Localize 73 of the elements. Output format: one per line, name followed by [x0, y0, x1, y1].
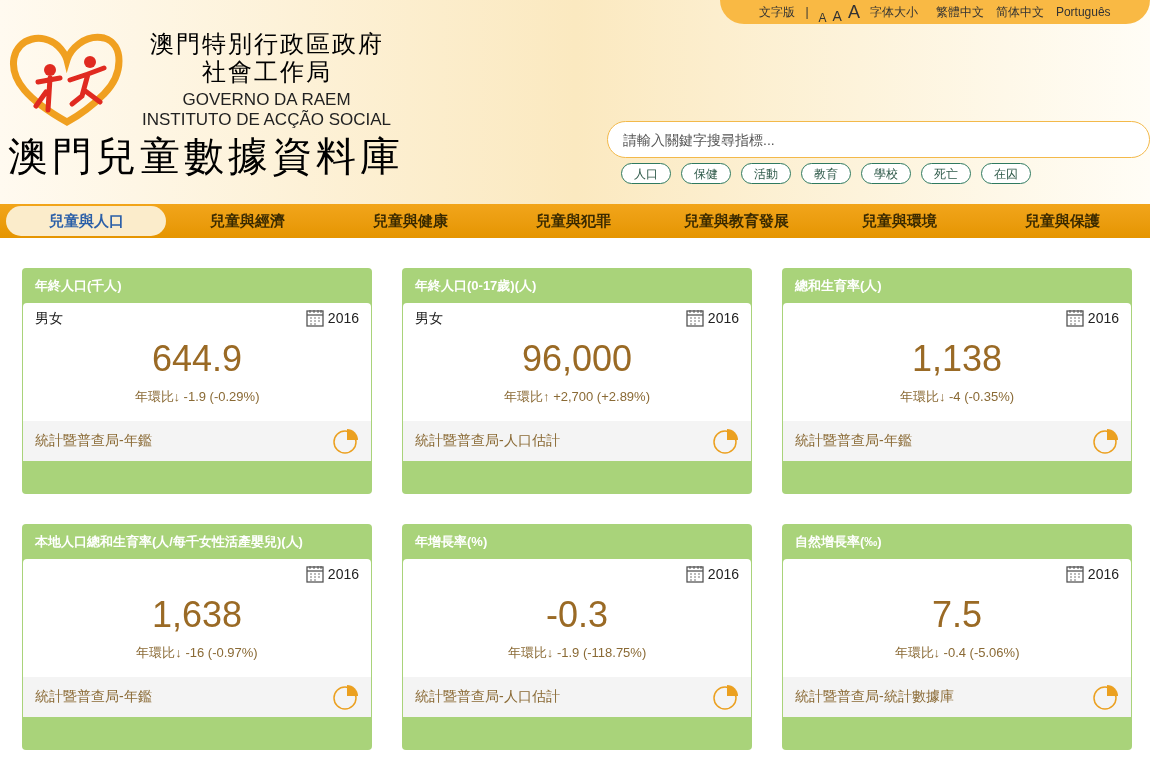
source-text: 統計暨普查局-年鑑: [795, 431, 912, 450]
calendar-icon: [685, 565, 704, 583]
source-text: 統計暨普查局-統計數據庫: [795, 687, 954, 706]
pie-chart-icon[interactable]: [713, 683, 739, 710]
search-field[interactable]: 請輸入關鍵字搜尋指標...: [607, 121, 1150, 158]
nav-tab[interactable]: 兒童與健康: [329, 206, 492, 236]
language-link[interactable]: Português: [1055, 3, 1111, 21]
indicator-value: 1,638: [150, 593, 244, 637]
pie-chart-icon[interactable]: [1093, 683, 1119, 710]
font-size-link[interactable]: A: [847, 0, 860, 26]
indicator-value: 1,138: [910, 337, 1004, 381]
source-text: 統計暨普查局-人口估計: [415, 687, 560, 706]
year-label: 2016: [1087, 308, 1119, 328]
calendar-icon: [685, 309, 704, 327]
indicator-value: 7.5: [930, 593, 983, 637]
font-size-link[interactable]: A: [832, 6, 842, 26]
year-change-text: 年環比↓ -16 (-0.97%): [135, 644, 259, 662]
card-title: 年增長率(%): [414, 533, 489, 551]
calendar-icon: [305, 565, 324, 583]
org-name: INSTITUTO DE ACÇÃO SOCIAL: [142, 110, 392, 130]
text-version-link[interactable]: 文字版: [759, 3, 796, 21]
nav-tab[interactable]: 兒童與保護: [981, 206, 1144, 236]
tag-chip[interactable]: 人口: [621, 163, 671, 184]
year-label: 2016: [327, 564, 359, 584]
year-label: 2016: [707, 564, 739, 584]
calendar-icon: [305, 309, 324, 327]
card-subtitle: 男女: [415, 308, 443, 328]
tag-chip[interactable]: 死亡: [921, 163, 971, 184]
nav-tab[interactable]: 兒童與環境: [818, 206, 981, 236]
source-text: 統計暨普查局-年鑑: [35, 431, 152, 450]
tag-chip[interactable]: 教育: [801, 163, 851, 184]
tag-chip[interactable]: 保健: [681, 163, 731, 184]
card-title: 自然增長率(‰): [794, 533, 883, 551]
indicator-value: -0.3: [544, 593, 609, 637]
pie-chart-icon[interactable]: [1093, 427, 1119, 454]
language-link[interactable]: 简体中文: [995, 3, 1044, 21]
source-text: 統計暨普查局-人口估計: [415, 431, 560, 450]
source-text: 統計暨普查局-年鑑: [35, 687, 152, 706]
card-title: 年終人口(0-17歲)(人): [414, 277, 538, 295]
card-title: 年終人口(千人): [34, 277, 123, 295]
year-change-text: 年環比↓ -0.4 (-5.06%): [893, 644, 1021, 662]
font-size-label: 字体大小: [869, 4, 918, 21]
nav-tab[interactable]: 兒童與教育發展: [655, 206, 818, 236]
nav-tab[interactable]: 兒童與人口: [6, 206, 166, 236]
pie-chart-icon[interactable]: [713, 427, 739, 454]
card-title: 本地人口總和生育率(人/每千女性活產嬰兒)(人): [34, 533, 304, 551]
calendar-icon: [1065, 309, 1084, 327]
pie-chart-icon[interactable]: [333, 427, 359, 454]
card-subtitle: 男女: [35, 308, 63, 328]
indicator-value: 644.9: [150, 337, 244, 381]
pie-chart-icon[interactable]: [333, 683, 359, 710]
separator: |: [805, 4, 809, 21]
year-change-text: 年環比↑ +2,700 (+2.89%): [503, 388, 651, 406]
year-change-text: 年環比↓ -1.9 (-118.75%): [506, 644, 648, 662]
nav-tab[interactable]: 兒童與犯罪: [492, 206, 655, 236]
site-title: 澳門兒童數據資料庫: [8, 133, 404, 180]
language-link[interactable]: 繁體中文: [935, 3, 984, 21]
tag-chip[interactable]: 學校: [861, 163, 911, 184]
year-label: 2016: [327, 308, 359, 328]
org-name: 澳門特別行政區政府: [149, 30, 384, 58]
nav-tab[interactable]: 兒童與經濟: [166, 206, 329, 236]
org-name: GOVERNO DA RAEM: [182, 90, 351, 110]
org-name: 社會工作局: [201, 58, 332, 86]
indicator-value: 96,000: [520, 337, 634, 381]
year-change-text: 年環比↓ -4 (-0.35%): [898, 388, 1016, 406]
calendar-icon: [1065, 565, 1084, 583]
card-title: 總和生育率(人): [794, 277, 883, 295]
year-label: 2016: [707, 308, 739, 328]
tag-chip[interactable]: 在囚: [981, 163, 1031, 184]
year-label: 2016: [1087, 564, 1119, 584]
font-size-link[interactable]: A: [818, 10, 827, 26]
tag-chip[interactable]: 活動: [741, 163, 791, 184]
year-change-text: 年環比↓ -1.9 (-0.29%): [133, 388, 261, 406]
